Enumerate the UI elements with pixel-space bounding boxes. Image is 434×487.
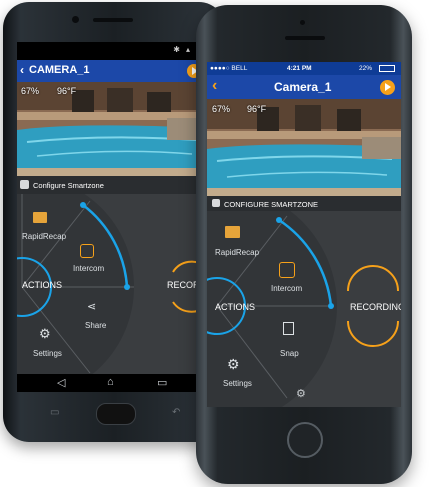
iphone-front-camera	[300, 20, 305, 25]
intercom-label[interactable]: Intercom	[271, 284, 302, 293]
ios-status-bar: ●●●●○ BELL 4:21 PM 22%	[207, 62, 401, 75]
android-nav-bar: ◁ ⌂ ▭	[17, 374, 206, 392]
camera-feed[interactable]	[17, 82, 206, 176]
recording-label[interactable]: RECOR	[167, 280, 200, 290]
ios-app-bar: ‹ Camera_1	[207, 75, 401, 99]
nav-back-icon[interactable]: ◁	[57, 376, 65, 389]
snap-icon[interactable]	[283, 322, 294, 335]
recents-key-icon[interactable]: ▭	[50, 407, 59, 418]
iphone-speaker	[285, 36, 325, 40]
battery-percent: 22%	[359, 65, 373, 72]
intercom-icon[interactable]	[279, 262, 295, 278]
gear-icon[interactable]: ⚙	[296, 387, 306, 400]
configure-smartzone-label: CONFIGURE SMARTZONE	[224, 200, 319, 209]
android-speaker	[93, 18, 133, 22]
humidity-readout: 67%	[21, 86, 40, 96]
page-title: CAMERA_1	[29, 64, 90, 76]
android-app-bar: ‹ CAMERA_1	[17, 60, 206, 82]
clock-label: 4:21 PM	[287, 65, 312, 72]
battery-icon	[379, 65, 395, 72]
back-key-icon[interactable]: ↶	[172, 407, 180, 418]
settings-icon[interactable]: ⚙	[227, 356, 240, 373]
iphone-home-button[interactable]	[287, 422, 323, 458]
actions-label[interactable]: ACTIONS	[215, 302, 255, 312]
back-icon[interactable]: ‹	[212, 77, 217, 95]
temperature-readout: 96°F	[247, 104, 267, 114]
configure-smartzone-label: Configure Smartzone	[33, 181, 104, 190]
temperature-readout: 96°F	[57, 86, 77, 96]
actions-label[interactable]: ACTIONS	[22, 280, 62, 290]
iphone-screen: ●●●●○ BELL 4:21 PM 22% ‹ Camera_1 67% 96…	[207, 62, 401, 407]
rapidrecap-icon	[33, 212, 47, 223]
back-icon[interactable]: ‹	[20, 63, 24, 77]
android-status-bar: ✱ ▴	[17, 42, 206, 60]
settings-icon[interactable]: ⚙	[39, 326, 51, 342]
rapidrecap-label[interactable]: RapidRecap	[22, 232, 66, 241]
carrier-label: ●●●●○ BELL	[210, 65, 248, 72]
recording-label[interactable]: RECORDING	[350, 302, 401, 312]
share-label[interactable]: Share	[85, 321, 106, 330]
android-screen: ✱ ▴ ‹ CAMERA_1 67% 96°F Configure Smartz…	[17, 42, 206, 374]
smartzone-icon	[20, 180, 29, 189]
nav-home-icon[interactable]: ⌂	[107, 376, 114, 388]
play-button[interactable]	[380, 80, 395, 95]
nav-recents-icon[interactable]: ▭	[157, 376, 167, 389]
rapidrecap-icon	[225, 226, 240, 238]
intercom-icon[interactable]	[80, 244, 94, 258]
configure-smartzone-bar[interactable]: Configure Smartzone	[17, 176, 206, 194]
android-camera-lens	[72, 16, 79, 23]
configure-smartzone-bar[interactable]: CONFIGURE SMARTZONE	[207, 196, 401, 211]
android-home-button[interactable]	[96, 403, 136, 425]
page-title: Camera_1	[274, 80, 332, 94]
settings-label[interactable]: Settings	[33, 349, 62, 358]
camera-feed[interactable]	[207, 99, 401, 196]
settings-label[interactable]: Settings	[223, 379, 252, 388]
intercom-label[interactable]: Intercom	[73, 264, 104, 273]
share-icon[interactable]: ⋖	[87, 300, 96, 313]
snap-label[interactable]: Snap	[280, 349, 299, 358]
smartzone-icon	[212, 199, 220, 207]
bluetooth-icon: ✱	[173, 45, 180, 54]
wifi-icon: ▴	[185, 45, 190, 54]
rapidrecap-label[interactable]: RapidRecap	[215, 248, 259, 257]
humidity-readout: 67%	[212, 104, 231, 114]
